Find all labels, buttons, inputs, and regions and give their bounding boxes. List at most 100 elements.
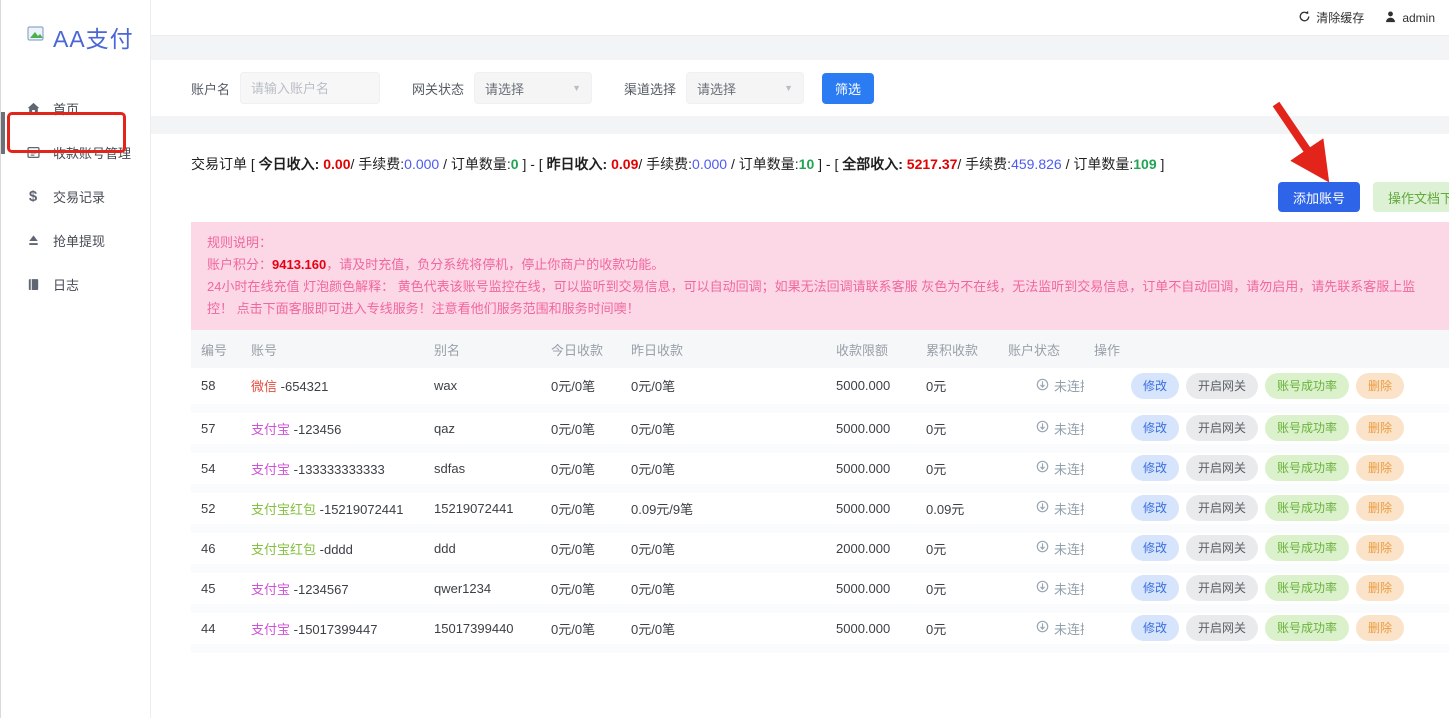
delete-button[interactable]: 删除: [1356, 495, 1404, 521]
gateway-status-select[interactable]: 请选择 ▼: [474, 72, 592, 104]
rules-notice: 规则说明： 账户积分：9413.160，请及时充值，负分系统将停机，停止你商户的…: [191, 222, 1449, 330]
cell-actions: 修改开启网关账号成功率删除: [1084, 528, 1449, 568]
log-icon: [25, 276, 41, 292]
delete-button[interactable]: 删除: [1356, 415, 1404, 441]
success-rate-button[interactable]: 账号成功率: [1265, 415, 1349, 441]
success-rate-button[interactable]: 账号成功率: [1265, 455, 1349, 481]
cell-alias: sdfas: [424, 448, 541, 488]
cell-status: 未连接: [998, 608, 1084, 648]
delete-button[interactable]: 删除: [1356, 535, 1404, 561]
delete-button[interactable]: 删除: [1356, 455, 1404, 481]
edit-button[interactable]: 修改: [1131, 415, 1179, 441]
sidebar-item-2[interactable]: $交易记录: [1, 174, 150, 218]
delete-button[interactable]: 删除: [1356, 615, 1404, 641]
cell-limit: 2000.000: [826, 528, 916, 568]
account-name-label: 账户名: [191, 79, 230, 98]
success-rate-button[interactable]: 账号成功率: [1265, 535, 1349, 561]
username: admin: [1402, 11, 1435, 25]
cell-alias: wax: [424, 368, 541, 408]
col-total: 累积收款: [916, 330, 998, 368]
cell-today: 0元/0笔: [541, 488, 621, 528]
cell-id: 52: [191, 488, 241, 528]
channel-label: 支付宝: [251, 422, 290, 437]
sidebar-item-1[interactable]: 收款账号管理: [1, 130, 150, 174]
account-number: -15219072441: [320, 502, 404, 517]
edit-button[interactable]: 修改: [1131, 575, 1179, 601]
channel-label: 支付宝红包: [251, 502, 316, 517]
toolbar: 添加账号 操作文档下载: [191, 182, 1449, 212]
cell-yesterday: 0元/0笔: [621, 528, 826, 568]
filter-button[interactable]: 筛选: [822, 73, 874, 104]
cell-actions: 修改开启网关账号成功率删除: [1084, 408, 1449, 448]
channel-select[interactable]: 请选择 ▼: [686, 72, 804, 104]
open-gateway-button[interactable]: 开启网关: [1186, 495, 1258, 521]
logo-icon: [27, 26, 46, 48]
status-label: 未连接: [1054, 459, 1084, 478]
open-gateway-button[interactable]: 开启网关: [1186, 535, 1258, 561]
sidebar-item-label: 日志: [53, 275, 79, 294]
cell-total: 0元: [916, 568, 998, 608]
success-rate-button[interactable]: 账号成功率: [1265, 575, 1349, 601]
table-row: 46支付宝红包 -ddddddd0元/0笔0元/0笔2000.0000元未连接修…: [191, 528, 1449, 568]
filter-panel: 账户名 网关状态 请选择 ▼ 渠道选择 请选择 ▼ 筛选: [151, 60, 1449, 116]
cell-total: 0元: [916, 448, 998, 488]
table-row: 44支付宝 -15017399447150173994400元/0笔0元/0笔5…: [191, 608, 1449, 648]
open-gateway-button[interactable]: 开启网关: [1186, 615, 1258, 641]
channel-select-label: 渠道选择: [624, 79, 676, 98]
user-menu[interactable]: admin: [1384, 10, 1435, 26]
col-id: 编号: [191, 330, 241, 368]
cell-today: 0元/0笔: [541, 408, 621, 448]
account-name-input[interactable]: [240, 72, 380, 104]
account-card-icon: [25, 144, 41, 160]
sidebar-item-3[interactable]: 抢单提现: [1, 218, 150, 262]
cell-yesterday: 0元/0笔: [621, 368, 826, 408]
not-connected-icon: [1036, 620, 1049, 636]
doc-download-button[interactable]: 操作文档下载: [1373, 182, 1449, 212]
account-number: -15017399447: [294, 622, 378, 637]
sidebar-item-label: 首页: [53, 99, 79, 118]
cell-account: 支付宝 -15017399447: [241, 608, 424, 648]
open-gateway-button[interactable]: 开启网关: [1186, 455, 1258, 481]
cell-total: 0元: [916, 528, 998, 568]
cell-status: 未连接: [998, 368, 1084, 408]
table-row: 52支付宝红包 -15219072441152190724410元/0笔0.09…: [191, 488, 1449, 528]
sidebar-item-4[interactable]: 日志: [1, 262, 150, 306]
cell-total: 0元: [916, 408, 998, 448]
cell-today: 0元/0笔: [541, 368, 621, 408]
open-gateway-button[interactable]: 开启网关: [1186, 415, 1258, 441]
not-connected-icon: [1036, 420, 1049, 436]
account-number: -dddd: [320, 542, 353, 557]
delete-button[interactable]: 删除: [1356, 575, 1404, 601]
cell-total: 0.09元: [916, 488, 998, 528]
add-account-button[interactable]: 添加账号: [1278, 182, 1360, 212]
cell-account: 支付宝红包 -15219072441: [241, 488, 424, 528]
cell-limit: 5000.000: [826, 368, 916, 408]
success-rate-button[interactable]: 账号成功率: [1265, 373, 1349, 399]
cell-yesterday: 0元/0笔: [621, 568, 826, 608]
cell-account: 支付宝 -1234567: [241, 568, 424, 608]
status-label: 未连接: [1054, 539, 1084, 558]
edit-button[interactable]: 修改: [1131, 373, 1179, 399]
edit-button[interactable]: 修改: [1131, 535, 1179, 561]
accounts-table: 编号 账号 别名 今日收款 昨日收款 收款限额 累积收款 账户状态 操作 58微…: [191, 330, 1449, 653]
sidebar-item-0[interactable]: 首页: [1, 86, 150, 130]
clear-cache-button[interactable]: 清除缓存: [1298, 9, 1364, 26]
col-limit: 收款限额: [826, 330, 916, 368]
refresh-icon: [1298, 10, 1311, 26]
edit-button[interactable]: 修改: [1131, 495, 1179, 521]
cell-account: 支付宝红包 -dddd: [241, 528, 424, 568]
success-rate-button[interactable]: 账号成功率: [1265, 615, 1349, 641]
delete-button[interactable]: 删除: [1356, 373, 1404, 399]
open-gateway-button[interactable]: 开启网关: [1186, 575, 1258, 601]
open-gateway-button[interactable]: 开启网关: [1186, 373, 1258, 399]
edit-button[interactable]: 修改: [1131, 455, 1179, 481]
not-connected-icon: [1036, 378, 1049, 394]
channel-label: 支付宝: [251, 582, 290, 597]
edit-button[interactable]: 修改: [1131, 615, 1179, 641]
status-label: 未连接: [1054, 579, 1084, 598]
app-logo[interactable]: AA支付: [1, 0, 150, 54]
table-row: 54支付宝 -133333333333sdfas0元/0笔0元/0笔5000.0…: [191, 448, 1449, 488]
success-rate-button[interactable]: 账号成功率: [1265, 495, 1349, 521]
col-status: 账户状态: [998, 330, 1084, 368]
chevron-down-icon: ▼: [572, 83, 581, 93]
